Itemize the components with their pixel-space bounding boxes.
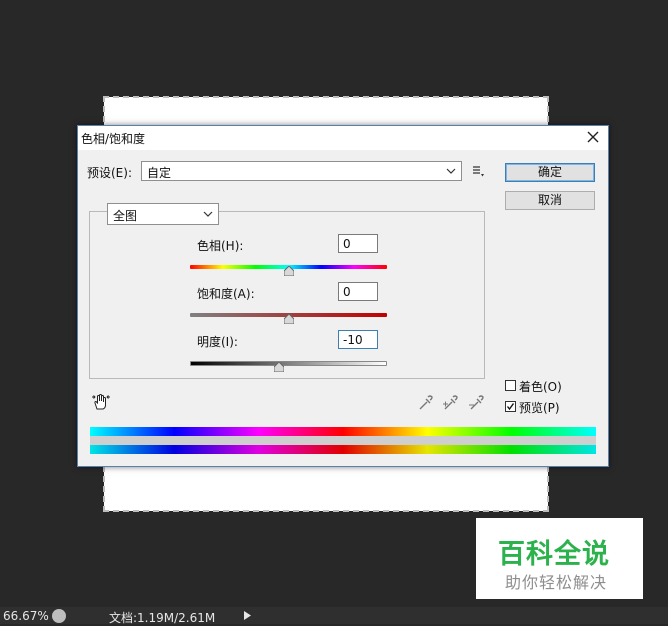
cancel-button[interactable]: 取消 <box>505 191 595 210</box>
lightness-slider-thumb[interactable] <box>274 362 284 372</box>
hue-input[interactable]: 0 <box>338 234 378 253</box>
dialog-title: 色相/饱和度 <box>81 132 146 146</box>
ok-button[interactable]: 确定 <box>505 163 595 182</box>
colorize-checkbox[interactable] <box>505 380 516 391</box>
adjustment-group <box>89 211 485 379</box>
lightness-input[interactable]: -10 <box>338 330 378 349</box>
preset-value: 自定 <box>147 166 172 180</box>
preview-checkbox[interactable] <box>505 401 516 412</box>
chevron-down-icon <box>446 168 456 174</box>
hand-adjust-icon[interactable] <box>91 392 111 412</box>
eyedropper-minus-icon[interactable] <box>468 394 484 412</box>
zoom-level[interactable]: 66.67% <box>3 609 49 623</box>
hue-label: 色相(H): <box>197 239 244 253</box>
source-spectrum-bar <box>90 427 596 436</box>
eyedropper-icon[interactable] <box>417 394 433 412</box>
preview-label: 预览(P) <box>519 401 560 415</box>
preset-options-icon[interactable] <box>472 164 486 178</box>
channel-value: 全图 <box>113 209 138 223</box>
result-spectrum-bar <box>90 445 596 454</box>
channel-select[interactable]: 全图 <box>107 203 219 225</box>
saturation-input[interactable]: 0 <box>338 282 378 301</box>
share-icon[interactable] <box>52 609 66 623</box>
lightness-slider-track[interactable] <box>190 361 387 366</box>
spectrum-range-bar[interactable] <box>90 436 596 445</box>
dialog-titlebar: 色相/饱和度 <box>78 126 608 150</box>
colorize-label: 着色(O) <box>519 380 562 394</box>
preset-label: 预设(E): <box>87 166 132 180</box>
close-icon[interactable] <box>584 128 602 146</box>
document-info: 文档:1.19M/2.61M <box>109 611 216 625</box>
chevron-down-icon <box>203 211 213 217</box>
saturation-label: 饱和度(A): <box>197 287 255 301</box>
hue-saturation-dialog: 色相/饱和度 预设(E): 自定 确定 取消 全图 色相(H): 0 饱和度(A… <box>77 125 609 467</box>
play-arrow-icon[interactable] <box>242 610 252 621</box>
saturation-slider-thumb[interactable] <box>284 314 294 324</box>
status-bar: 66.67% 文档:1.19M/2.61M <box>0 607 668 625</box>
hue-slider-thumb[interactable] <box>284 266 294 276</box>
eyedropper-plus-icon[interactable] <box>442 394 458 412</box>
watermark-sub-text: 助你轻松解决 <box>505 573 608 592</box>
lightness-label: 明度(I): <box>197 335 238 349</box>
preset-select[interactable]: 自定 <box>141 161 462 181</box>
watermark-logo: 百科全说 助你轻松解决 <box>476 518 643 599</box>
checkmark-icon <box>506 403 515 411</box>
watermark-main-text: 百科全说 <box>498 539 610 570</box>
